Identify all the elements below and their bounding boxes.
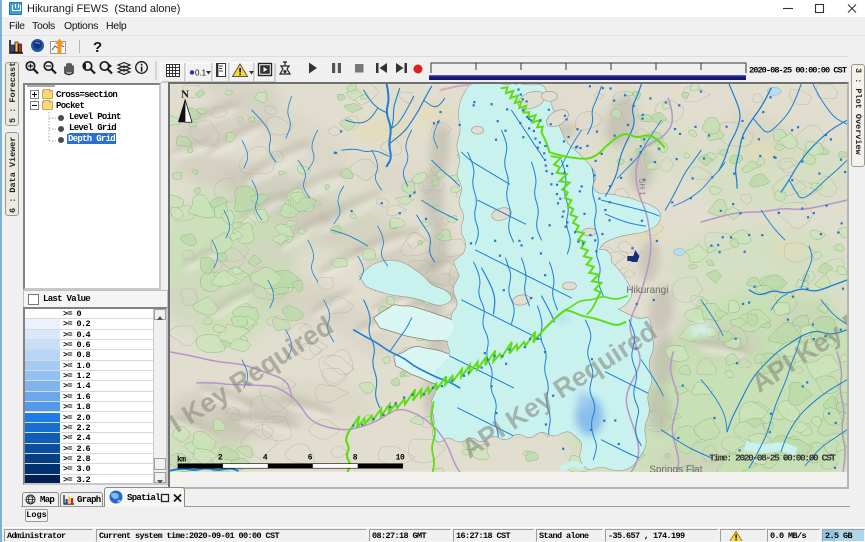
- svg-text:8: 8: [353, 454, 358, 463]
- svg-text:6: 6: [308, 454, 313, 463]
- svg-text:0.1: 0.1: [195, 69, 207, 78]
- svg-text:4: 4: [263, 454, 268, 463]
- svg-text:2020-08-25 00:00:00 CST: 2020-08-25 00:00:00 CST: [749, 66, 847, 76]
- svg-text:Hikurangi: Hikurangi: [626, 285, 668, 296]
- svg-text:N: N: [181, 88, 189, 100]
- svg-text:Springs Flat: Springs Flat: [649, 465, 702, 472]
- svg-text:10: 10: [396, 454, 405, 463]
- svg-text:Time: 2020-08-25 00:00:00 CST: Time: 2020-08-25 00:00:00 CST: [709, 453, 836, 464]
- svg-text:SH 1: SH 1: [637, 178, 647, 197]
- svg-text:?: ?: [93, 39, 102, 56]
- svg-text:2: 2: [218, 454, 223, 463]
- svg-text:km: km: [177, 456, 186, 465]
